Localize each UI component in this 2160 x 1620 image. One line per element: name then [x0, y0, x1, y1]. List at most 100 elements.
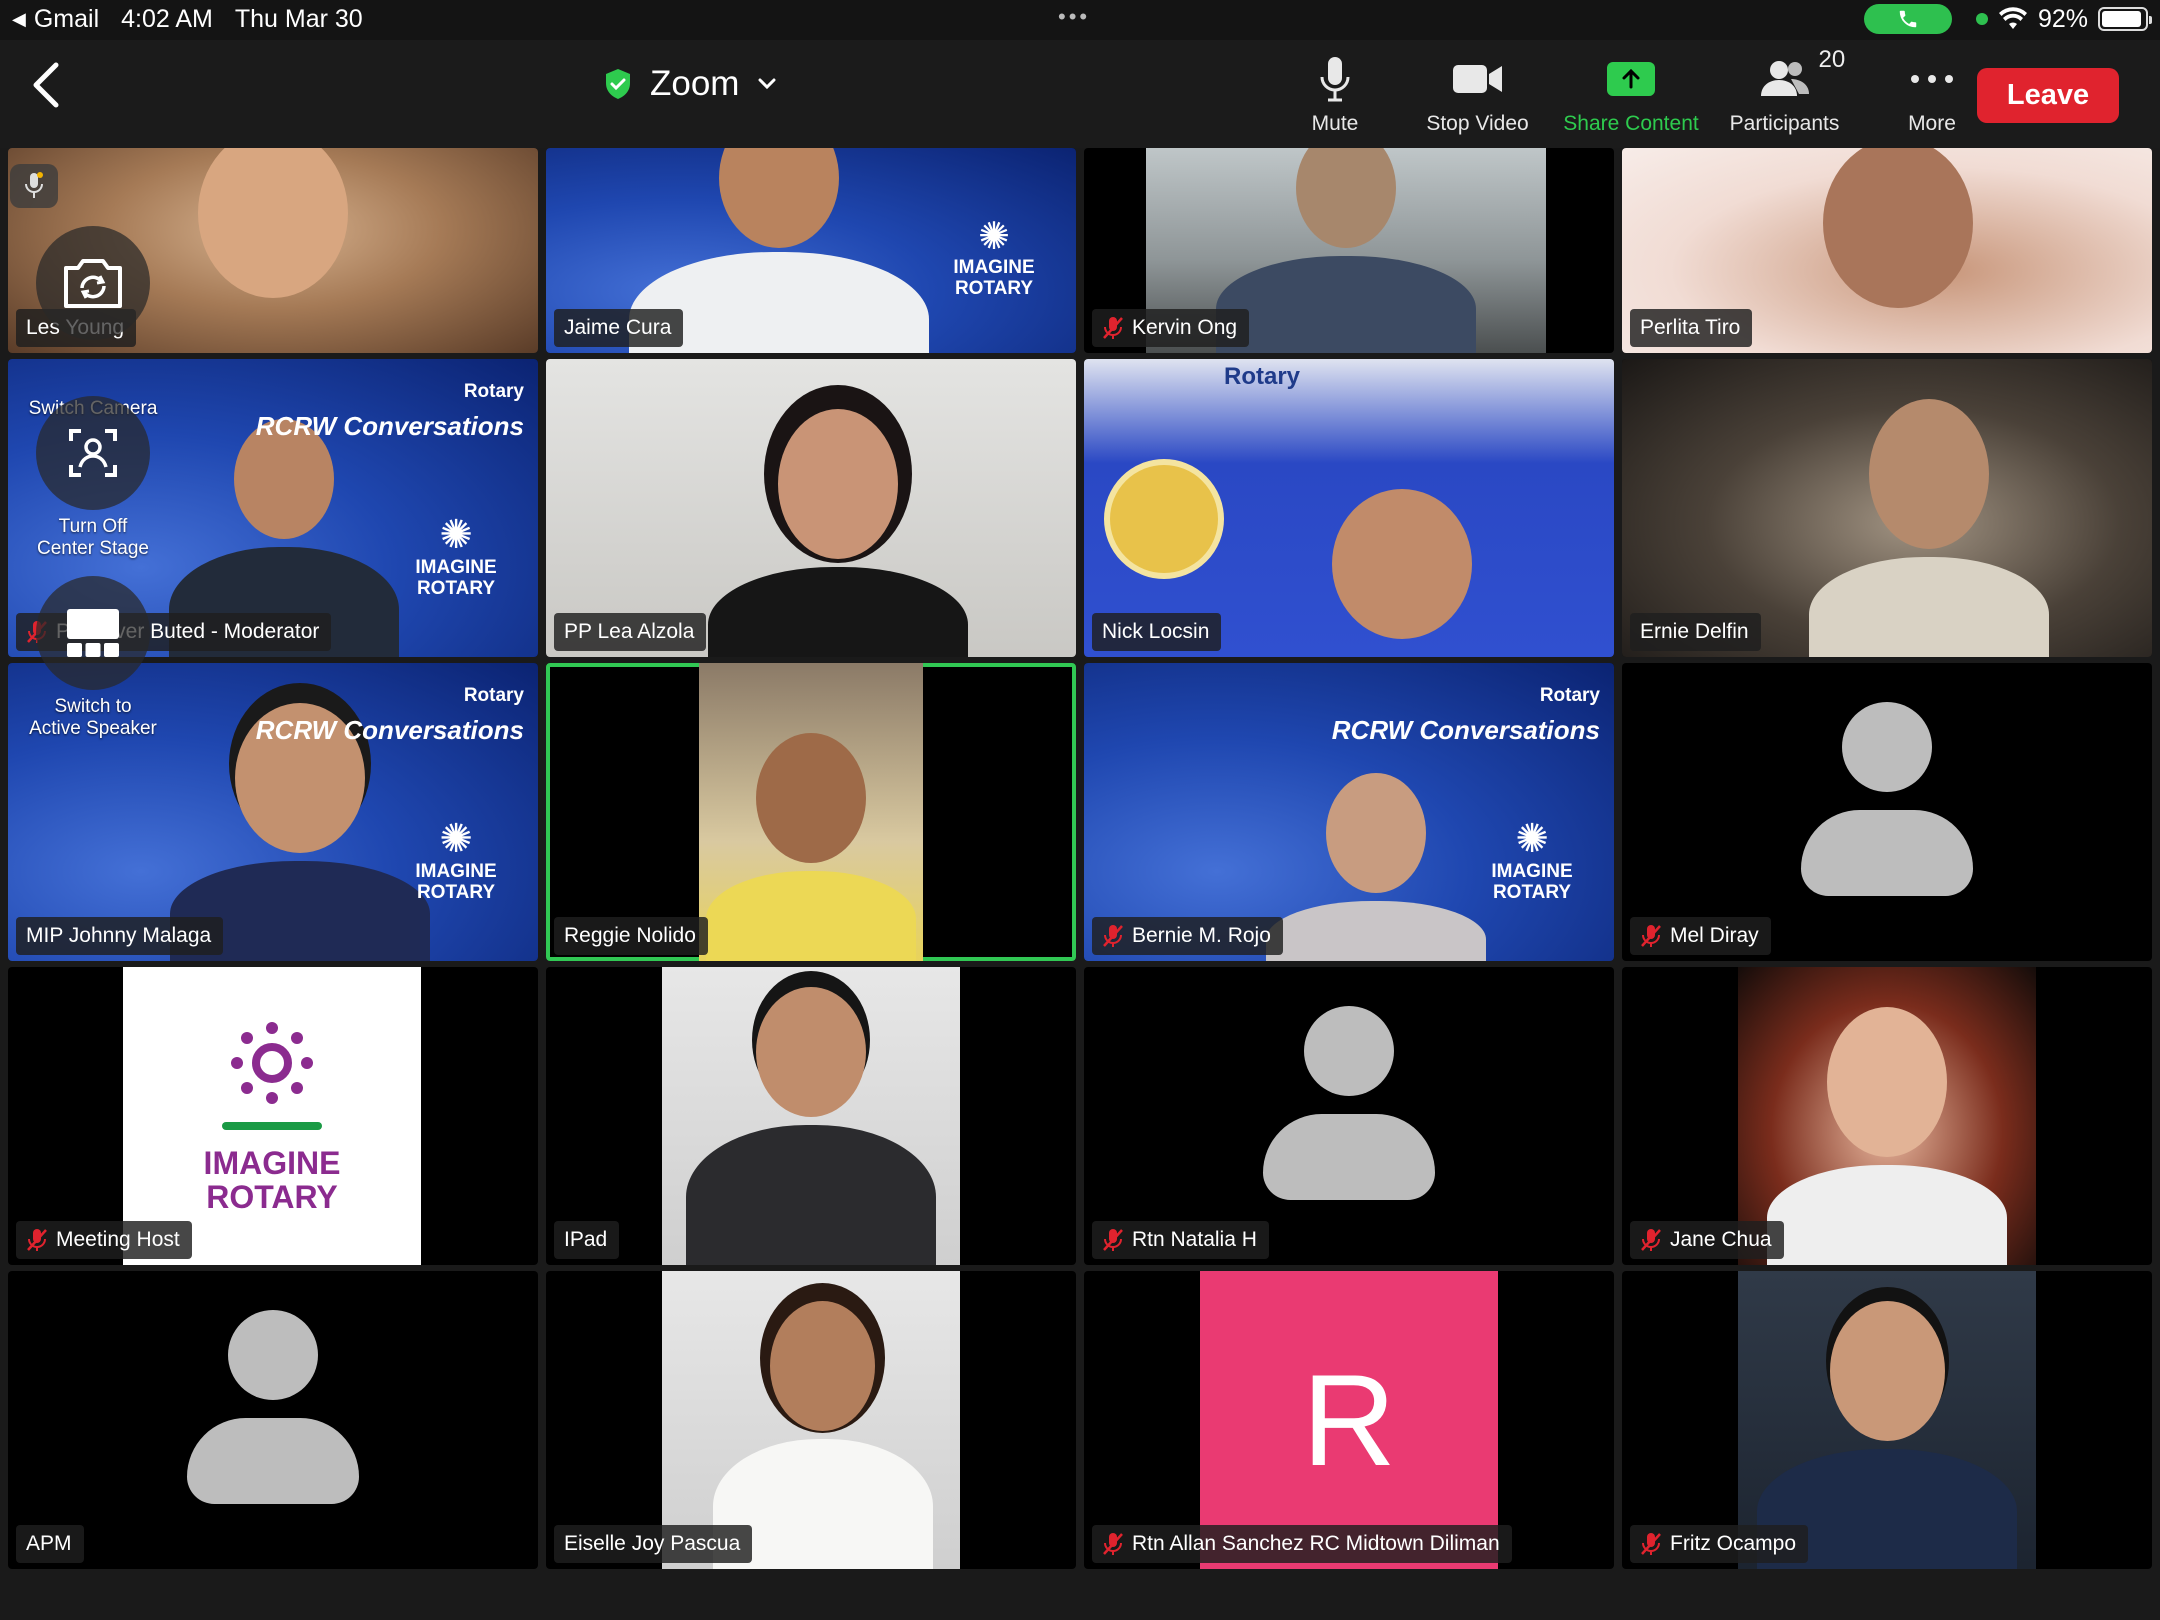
- status-time: 4:02 AM: [121, 5, 213, 33]
- center-stage-button[interactable]: [36, 396, 150, 510]
- rotary-text: Rotary: [463, 685, 524, 706]
- participant-name: Mel Diray: [1670, 924, 1759, 947]
- participant-name: Meeting Host: [56, 1228, 180, 1251]
- rotary-text: ROTARY: [416, 578, 496, 599]
- participant-silhouette: [707, 409, 968, 657]
- video-tile[interactable]: Mel Diray: [1622, 663, 2152, 961]
- switch-camera-button[interactable]: [36, 226, 150, 340]
- muted-mic-icon: [1102, 1532, 1124, 1556]
- back-button[interactable]: [30, 62, 60, 113]
- imagine-text: IMAGINE: [415, 861, 497, 882]
- participant-name: MIP Johnny Malaga: [26, 924, 212, 947]
- rcrw-text: RCRW Conversations: [1331, 715, 1600, 745]
- name-tag: Meeting Host: [16, 1221, 192, 1259]
- chevron-down-icon: [758, 78, 776, 90]
- participant-silhouette: [1809, 399, 2050, 657]
- switch-view-button[interactable]: [36, 576, 150, 690]
- muted-mic-icon: [1640, 924, 1662, 948]
- camera-rotate-icon: [64, 259, 122, 308]
- participant-name: Ernie Delfin: [1640, 620, 1749, 643]
- video-tile[interactable]: APM: [8, 1271, 538, 1569]
- share-arrow-icon: [1607, 62, 1655, 96]
- mute-button[interactable]: Mute: [1270, 54, 1400, 136]
- name-tag: Rtn Natalia H: [1092, 1221, 1269, 1259]
- camera-in-use-dot: [1975, 13, 1988, 25]
- gear-logo-icon: ✺: [1515, 817, 1549, 861]
- name-tag: IPad: [554, 1221, 620, 1259]
- avatar-placeholder-icon: [1263, 1006, 1435, 1206]
- name-tag: Rtn Allan Sanchez RC Midtown Diliman: [1092, 1525, 1512, 1563]
- rotary-wheel-icon: [1104, 459, 1224, 579]
- video-tile[interactable]: Rotary Nick Locsin: [1084, 359, 1614, 657]
- video-tile[interactable]: Eiselle Joy Pascua: [546, 1271, 1076, 1569]
- wifi-icon: [1998, 7, 2027, 29]
- name-tag: PP Lea Alzola: [554, 613, 707, 651]
- participant-silhouette: [1216, 148, 1476, 353]
- call-indicator[interactable]: [1863, 4, 1952, 34]
- video-tile[interactable]: IPad: [546, 967, 1076, 1265]
- imagine-rotary-logo: ✺ IMAGINE ROTARY: [396, 513, 516, 599]
- muted-mic-icon: [1102, 924, 1124, 948]
- video-tile[interactable]: Ernie Delfin: [1622, 359, 2152, 657]
- gear-logo-icon: ✺: [439, 513, 473, 557]
- video-tile[interactable]: PP Lea Alzola: [546, 359, 1076, 657]
- back-app-label[interactable]: Gmail: [34, 5, 99, 34]
- imagine-text: IMAGINE: [415, 557, 497, 578]
- center-stage-icon: [69, 429, 117, 477]
- chevron-left-icon: [33, 62, 59, 108]
- logo-divider: [222, 1122, 322, 1130]
- shield-check-icon: [606, 69, 630, 99]
- muted-mic-icon: [1640, 1532, 1662, 1556]
- multitasking-dots-icon[interactable]: •••: [1058, 4, 1090, 30]
- ellipsis-icon: [1911, 75, 1953, 83]
- name-tag: Reggie Nolido: [554, 917, 708, 955]
- imagine-rotary-logo: ✺ IMAGINE ROTARY: [396, 817, 516, 903]
- video-tile[interactable]: Rotary RCRW Conversations ✺ IMAGINE ROTA…: [1084, 663, 1614, 961]
- imagine-rotary-logo: ✺ IMAGINE ROTARY: [934, 217, 1054, 299]
- video-tile[interactable]: Kervin Ong: [1084, 148, 1614, 353]
- participant-silhouette: [1332, 489, 1472, 639]
- rcrw-banner: Rotary RCRW Conversations: [1332, 685, 1600, 746]
- participant-name: Jane Chua: [1670, 1228, 1772, 1251]
- participants-count: 20: [1818, 46, 1846, 73]
- name-tag: APM: [16, 1525, 84, 1563]
- participant-name: Nick Locsin: [1102, 620, 1210, 643]
- gear-logo-icon: ✺: [439, 817, 473, 861]
- video-tile[interactable]: ✺ IMAGINE ROTARY Jaime Cura: [546, 148, 1076, 353]
- share-content-button[interactable]: Share Content: [1555, 54, 1707, 136]
- self-mic-indicator[interactable]: [10, 164, 58, 208]
- switch-camera-control[interactable]: Switch Camera: [20, 226, 166, 420]
- rotary-text: ROTARY: [416, 882, 496, 903]
- center-stage-label-2: Center Stage: [37, 538, 149, 559]
- name-tag: Mel Diray: [1630, 917, 1771, 955]
- rotary-text: Rotary: [463, 381, 524, 402]
- imagine-text: IMAGINE: [953, 257, 1035, 278]
- stop-video-button[interactable]: Stop Video: [1400, 54, 1555, 136]
- stop-video-label: Stop Video: [1426, 112, 1529, 135]
- video-tile[interactable]: Jane Chua: [1622, 967, 2152, 1265]
- participants-button[interactable]: 20 Participants: [1707, 46, 1862, 136]
- video-tile[interactable]: IMAGINE ROTARY Meeting Host: [8, 967, 538, 1265]
- muted-mic-icon: [1102, 1228, 1124, 1252]
- active-speaker-label-1: Switch to: [54, 696, 132, 717]
- center-stage-label-1: Turn Off: [58, 516, 128, 537]
- back-to-app-icon[interactable]: ◀: [12, 9, 26, 30]
- center-stage-control[interactable]: Turn Off Center Stage: [20, 396, 166, 560]
- video-tile[interactable]: Fritz Ocampo: [1622, 1271, 2152, 1569]
- name-tag: Eiselle Joy Pascua: [554, 1525, 753, 1563]
- participant-photo: [662, 967, 960, 1265]
- participant-name: APM: [26, 1532, 72, 1555]
- status-date: Thu Mar 30: [234, 5, 363, 33]
- meeting-info-dropdown[interactable]: Zoom: [604, 64, 777, 104]
- rotary-text: ROTARY: [206, 1179, 338, 1215]
- video-tile[interactable]: R Rtn Allan Sanchez RC Midtown Diliman: [1084, 1271, 1614, 1569]
- phone-icon: [1899, 10, 1917, 28]
- video-tile[interactable]: Perlita Tiro: [1622, 148, 2152, 353]
- participant-name: Kervin Ong: [1132, 316, 1238, 339]
- leave-button[interactable]: Leave: [1977, 68, 2119, 123]
- name-tag: Nick Locsin: [1092, 613, 1222, 651]
- active-speaker-control[interactable]: Switch to Active Speaker: [20, 576, 166, 740]
- video-tile[interactable]: Rtn Natalia H: [1084, 967, 1614, 1265]
- avatar-placeholder-icon: [187, 1310, 359, 1510]
- active-speaker-tile[interactable]: Reggie Nolido: [546, 663, 1076, 961]
